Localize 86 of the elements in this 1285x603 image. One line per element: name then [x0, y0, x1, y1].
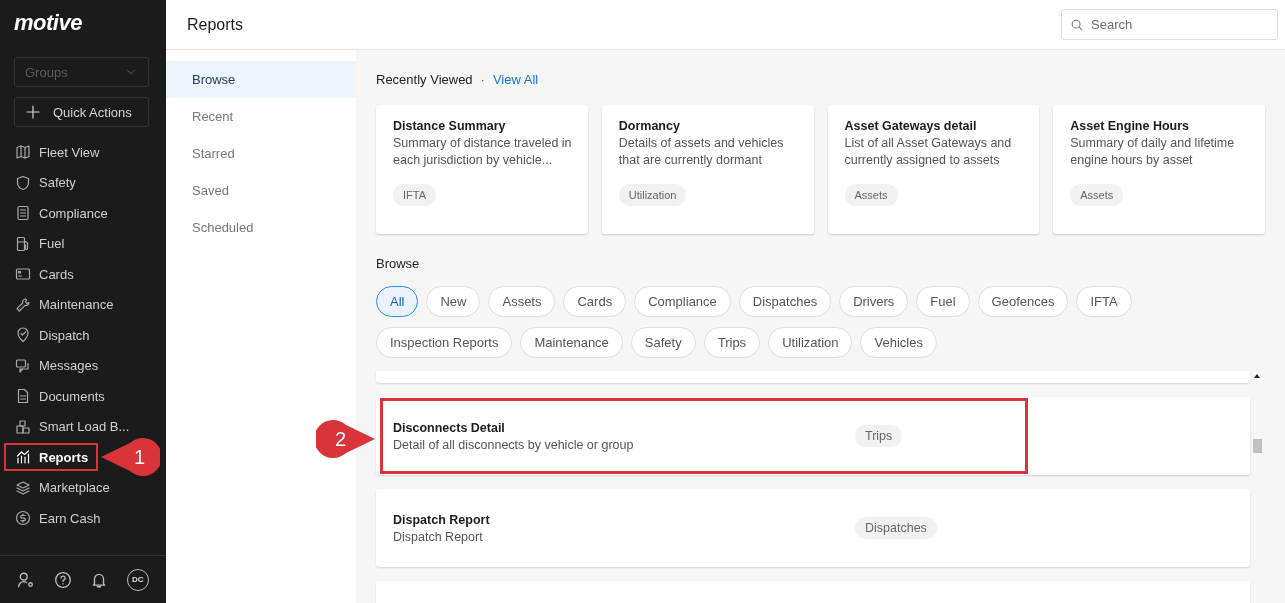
document-list-icon [15, 205, 31, 222]
category-tag: Utilization [618, 184, 687, 206]
nav-item[interactable]: Fuel [4, 229, 75, 258]
report-title: Dispatch Report [393, 512, 491, 527]
card-icon [15, 266, 31, 283]
filter-chip[interactable]: Trips [703, 327, 761, 358]
nav-item[interactable]: Cards [4, 260, 84, 289]
nav-item[interactable]: Documents [4, 382, 115, 411]
section-title: Recently Viewed [376, 71, 473, 87]
card-title: Dormancy [618, 119, 680, 133]
logo: motive [13, 9, 83, 37]
nav-item[interactable]: Messages [4, 351, 109, 380]
filter-chip[interactable]: Dispatches [738, 286, 832, 317]
report-title: Disconnects Detail [393, 420, 506, 435]
layers-icon [15, 479, 31, 496]
card-title: Distance Summary [393, 119, 506, 133]
card-description: Summary of distance traveled in each jurisdiction by vehicle... [393, 135, 573, 169]
filter-chip[interactable]: Drivers [839, 286, 909, 317]
subnav-item[interactable]: Scheduled [166, 209, 356, 246]
page-title: Reports [187, 15, 244, 34]
document-icon [15, 388, 31, 405]
report-row[interactable]: Dispatch Report Dispatch Report Dispatches [376, 489, 1250, 567]
separator-dot: · [480, 71, 485, 87]
plus-icon [25, 104, 41, 120]
subnav-item[interactable]: Starred [166, 135, 356, 172]
card-description: Summary of daily and lifetime engine hours by asset [1070, 135, 1236, 169]
filter-chip[interactable]: Assets [488, 286, 556, 317]
filter-chip[interactable]: Geofences [977, 286, 1069, 317]
shield-icon [15, 174, 31, 191]
nav-item[interactable]: Compliance [4, 199, 118, 228]
filter-chip[interactable]: IFTA [1076, 286, 1132, 317]
scrollbar-thumb[interactable] [1253, 439, 1262, 453]
nav-item[interactable]: Fleet View [4, 138, 110, 167]
subnav-item[interactable]: Browse [166, 61, 356, 98]
card-description: Details of assets and vehicles that are currently dormant [618, 135, 785, 169]
quick-actions-button[interactable]: Quick Actions [14, 97, 149, 127]
location-pin-icon [15, 327, 31, 344]
card-description: List of all Asset Gateways and currently assigned to assets [844, 135, 1013, 169]
filter-chip[interactable]: Inspection Reports [376, 327, 513, 358]
filter-chip[interactable]: Compliance [634, 286, 731, 317]
report-card[interactable]: Distance Summary Summary of distance traveled in each jurisdiction by vehicle... IFTA [376, 105, 588, 234]
dollar-coin-icon [15, 510, 31, 527]
step-marker: 1 [100, 438, 160, 476]
category-tag: Assets [1070, 184, 1124, 206]
scroll-up-arrow-icon[interactable] [1254, 374, 1260, 378]
wrench-icon [15, 296, 31, 313]
category-tag: Dispatches [855, 517, 937, 539]
filter-chip[interactable]: Fuel [916, 286, 970, 317]
chat-bubbles-icon [15, 357, 31, 374]
filter-chip[interactable]: Safety [630, 327, 696, 358]
nav-item[interactable]: Dispatch [4, 321, 100, 350]
report-card[interactable]: Asset Engine Hours Summary of daily and lifetime engine hours by asset Assets [1053, 105, 1265, 234]
nav-item[interactable]: Safety [4, 168, 86, 197]
filter-chip[interactable]: All [376, 286, 419, 317]
filter-chip[interactable]: Cards [563, 286, 627, 317]
step-marker: 2 [316, 420, 376, 458]
filter-chip[interactable]: Utilization [768, 327, 853, 358]
nav-item[interactable]: Marketplace [4, 473, 120, 502]
map-icon [15, 144, 31, 161]
filter-chip[interactable]: Maintenance [520, 327, 623, 358]
report-row[interactable]: Disconnects Detail Detail of all disconnects by vehicle or group Trips [376, 397, 1250, 475]
nav-item[interactable]: Smart Load B... [4, 412, 140, 441]
nav-item[interactable]: Maintenance [4, 290, 124, 319]
boxes-icon [15, 418, 31, 435]
bar-chart-icon [15, 449, 31, 466]
search-field[interactable]: Search [1061, 9, 1278, 40]
view-all-link[interactable]: View All [492, 71, 539, 87]
help-icon [53, 570, 72, 589]
fuel-pump-icon [15, 235, 31, 252]
report-description: Dispatch Report [393, 529, 484, 544]
nav-item[interactable]: Earn Cash [4, 504, 111, 533]
card-title: Asset Engine Hours [1070, 119, 1190, 133]
category-tag: Assets [844, 184, 898, 206]
filter-chip[interactable]: Vehicles [860, 327, 937, 358]
card-title: Asset Gateways detail [844, 119, 977, 133]
user-settings-icon [17, 570, 36, 589]
section-title: Browse [376, 256, 421, 271]
filter-chip[interactable]: New [426, 286, 481, 317]
subnav-item[interactable]: Recent [166, 98, 356, 135]
category-tag: Trips [855, 425, 903, 447]
subnav-item[interactable]: Saved [166, 172, 356, 209]
report-card[interactable]: Asset Gateways detail List of all Asset Gateways and currently assigned to assets Assets [827, 105, 1040, 234]
report-card[interactable]: Dormancy Details of assets and vehicles that are currently dormant Utilization [601, 105, 814, 234]
nav-item[interactable]: Reports [4, 443, 99, 472]
category-tag: IFTA [393, 184, 436, 206]
report-description: Detail of all disconnects by vehicle or group [393, 437, 635, 452]
